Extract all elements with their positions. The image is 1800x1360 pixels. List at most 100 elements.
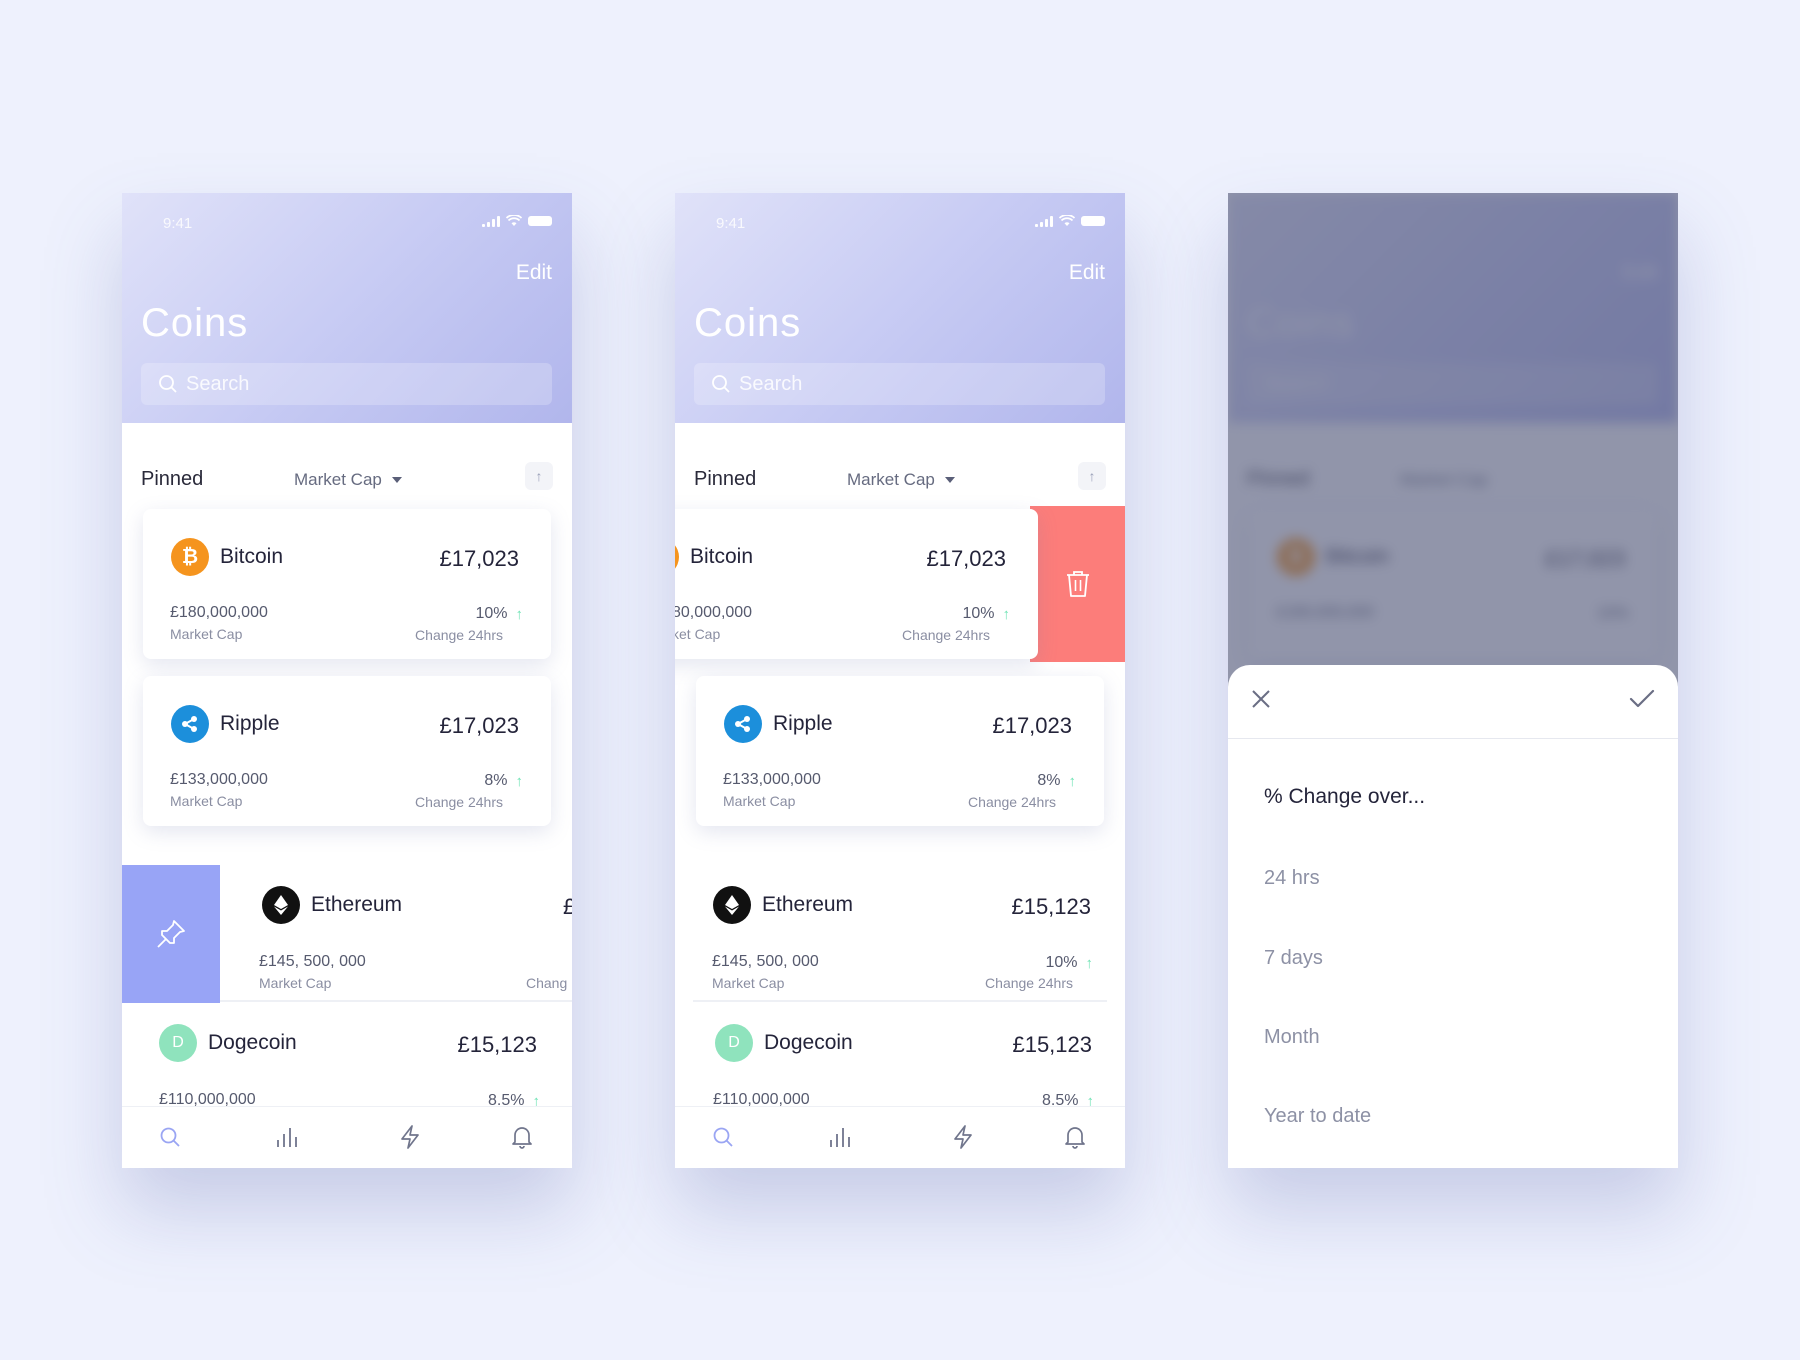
search-placeholder: Search — [186, 372, 250, 395]
tab-activity[interactable] — [396, 1123, 424, 1151]
pinned-label: Pinned — [141, 468, 204, 490]
pin-action-button[interactable] — [122, 865, 220, 1003]
coin-name: Dogecoin — [764, 1031, 853, 1054]
coin-price: £15,123 — [457, 1032, 537, 1057]
option-month[interactable]: Month — [1264, 1026, 1320, 1049]
market-cap-value: £133,000,000 — [723, 771, 821, 788]
option-24-hrs[interactable]: 24 hrs — [1264, 867, 1320, 890]
delete-action-button[interactable] — [1030, 506, 1125, 662]
arrow-up-icon: ↑ — [1068, 772, 1077, 790]
wifi-icon — [506, 215, 522, 226]
pinned-card-ripple[interactable]: Ripple £17,023 £133,000,000 Market Cap 8… — [696, 676, 1104, 826]
search-input[interactable]: Search — [694, 363, 1105, 405]
search-placeholder: Search — [739, 372, 803, 395]
battery-icon — [528, 216, 552, 226]
coin-name: Dogecoin — [208, 1031, 297, 1054]
coin-price: £15,123 — [1012, 1032, 1092, 1057]
coin-price: £15,123 — [1011, 894, 1091, 919]
coin-title: Ripple — [171, 705, 280, 743]
wifi-icon — [1059, 215, 1075, 226]
close-icon[interactable] — [1250, 687, 1272, 715]
page-title: Coins — [141, 301, 249, 345]
battery-icon — [1081, 216, 1105, 226]
coin-price: £17,023 — [926, 546, 1006, 571]
status-time: 9:41 — [163, 215, 193, 232]
coin-title: ₿ Bitcoin — [675, 538, 753, 576]
change-label: Change 24hrs — [985, 975, 1073, 991]
arrow-up-icon: ↑ — [1088, 468, 1096, 484]
ethereum-icon — [713, 886, 751, 924]
status-icons — [482, 215, 552, 227]
phone-screen-swipe-delete: 9:41 Edit Coins Search Pinned Market Cap… — [675, 193, 1125, 1168]
coin-name: Bitcoin — [690, 545, 754, 568]
pinned-card-bitcoin-swiped[interactable]: ₿ Bitcoin £17,023 80,000,000 ket Cap 10% ↑… — [675, 509, 1038, 659]
search-icon — [712, 375, 730, 393]
pin-icon — [157, 920, 185, 948]
list-item-ethereum[interactable]: Ethereum £15,123 £145, 500, 000 Market C… — [693, 865, 1107, 1002]
coin-price: £17,023 — [439, 713, 519, 738]
tab-search[interactable] — [709, 1123, 737, 1151]
change-value: 10% ↑ — [1045, 954, 1093, 972]
change-value: 10% ↑ — [475, 605, 523, 623]
phone-screen-change-period-sheet: Edit Coins Search Pinned Market Cap ₿Bit… — [1228, 193, 1678, 1168]
coin-title: D Dogecoin — [159, 1024, 297, 1062]
tab-activity[interactable] — [949, 1123, 977, 1151]
change-label: Change 24hrs — [415, 794, 503, 810]
coin-name: Ethereum — [762, 893, 854, 916]
tab-charts[interactable] — [273, 1123, 301, 1151]
market-cap-label: Market Cap — [170, 626, 243, 642]
sheet-header — [1228, 665, 1678, 739]
trash-icon — [1066, 571, 1089, 597]
bitcoin-icon: ₿ — [675, 538, 679, 576]
tab-charts[interactable] — [826, 1123, 854, 1151]
coin-price-clipped: £ — [563, 894, 572, 919]
lightning-icon — [954, 1125, 972, 1149]
coin-title: Ethereum — [713, 886, 853, 924]
tab-search[interactable] — [156, 1123, 184, 1151]
change-percent: 8% — [1037, 772, 1061, 789]
tab-notifications[interactable] — [1061, 1123, 1089, 1151]
change-percent: 10% — [475, 605, 508, 622]
change-label-clipped: Chang — [526, 975, 568, 991]
status-icons — [1035, 215, 1105, 227]
ethereum-icon — [262, 886, 300, 924]
sheet-title: % Change over... — [1264, 785, 1426, 808]
sort-direction-button[interactable]: ↑ — [525, 462, 553, 490]
change-percent: 10% — [962, 605, 995, 622]
market-cap-label-clipped: ket Cap — [675, 626, 721, 642]
market-cap-label: Market Cap — [723, 793, 796, 809]
list-item-ethereum[interactable]: Ethereum £ £145, 500, 000 Market Cap Cha… — [220, 865, 572, 1002]
ripple-icon — [171, 705, 209, 743]
sort-direction-button[interactable]: ↑ — [1078, 462, 1106, 490]
arrow-up-icon: ↑ — [515, 772, 524, 790]
ripple-icon — [724, 705, 762, 743]
option-7-days[interactable]: 7 days — [1264, 947, 1323, 970]
market-cap-value: £145, 500, 000 — [259, 953, 366, 970]
dogecoin-icon: D — [715, 1024, 753, 1062]
market-cap-label: Market Cap — [259, 975, 332, 991]
bitcoin-icon: ₿ — [171, 538, 209, 576]
coin-price: £17,023 — [439, 546, 519, 571]
lightning-icon — [401, 1125, 419, 1149]
sort-dropdown[interactable]: Market Cap — [847, 470, 955, 490]
coin-name: Ripple — [220, 712, 280, 735]
option-year-to-date[interactable]: Year to date — [1264, 1105, 1371, 1128]
search-icon — [160, 1127, 180, 1147]
sort-dropdown-label: Market Cap — [847, 470, 935, 489]
dogecoin-icon: D — [159, 1024, 197, 1062]
confirm-check-icon[interactable] — [1628, 687, 1656, 716]
caret-down-icon — [391, 477, 402, 483]
sort-bar: Pinned Market Cap ↑ — [675, 458, 1125, 498]
tab-notifications[interactable] — [508, 1123, 536, 1151]
status-time: 9:41 — [716, 215, 746, 232]
edit-button[interactable]: Edit — [516, 261, 552, 285]
market-cap-value-clipped: 80,000,000 — [675, 604, 753, 621]
pinned-card-bitcoin[interactable]: ₿ Bitcoin £17,023 £180,000,000 Market Cap… — [143, 509, 551, 659]
coin-name: Ripple — [773, 712, 833, 735]
sort-dropdown[interactable]: Market Cap — [294, 470, 402, 490]
bell-icon — [1065, 1127, 1085, 1149]
edit-button[interactable]: Edit — [1069, 261, 1105, 285]
search-input[interactable]: Search — [141, 363, 552, 405]
pinned-card-ripple[interactable]: Ripple £17,023 £133,000,000 Market Cap 8… — [143, 676, 551, 826]
header: 9:41 Edit Coins Search — [122, 193, 572, 423]
